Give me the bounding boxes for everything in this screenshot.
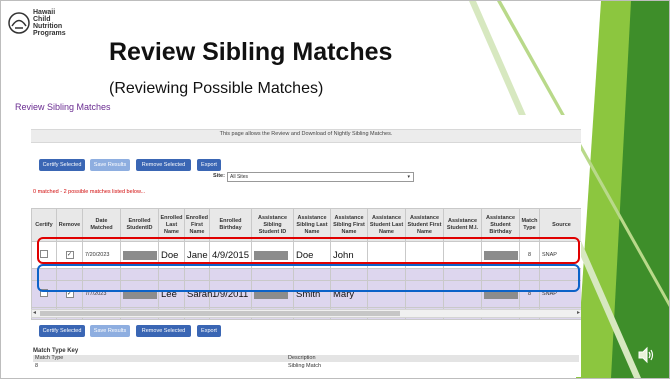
hawaii-logo-icon [8,12,30,34]
remove-selected-button[interactable]: Remove Selected [136,159,191,171]
match-message: 0 matched - 2 possible matches listed be… [33,189,146,195]
scroll-thumb[interactable] [40,311,400,316]
save-results-button[interactable]: Save Results [90,159,130,171]
key-row: 8 Sibling Match [33,363,579,370]
logo-line: Nutrition [33,23,63,30]
hawaii-cnp-logo: Hawaii Child Nutrition Programs [7,9,77,45]
key-column-header: Description [288,355,316,361]
info-text: This page allows the Review and Download… [219,131,393,137]
export-button-bottom[interactable]: Export [197,325,221,337]
dropdown-arrow-icon: ▾ [407,174,410,180]
blue-highlight-box [37,264,580,292]
logo-line: Hawaii [33,9,56,16]
site-label: Site: [213,173,225,179]
match-type-key-title: Match Type Key [33,348,79,354]
remove-selected-button-bottom[interactable]: Remove Selected [136,325,191,337]
speaker-icon[interactable] [637,346,655,364]
slide-subtitle: (Reviewing Possible Matches) [109,80,324,97]
scroll-left-icon[interactable]: ◂ [33,309,36,316]
red-highlight-box [37,237,580,264]
certify-selected-button[interactable]: Certify Selected [39,159,85,171]
key-match-type: 8 [35,363,39,369]
save-results-button-bottom[interactable]: Save Results [90,325,130,337]
key-column-header: Match Type [35,355,64,361]
site-select-value: All Sites [230,174,249,180]
panel-title: Review Sibling Matches [15,102,111,112]
slide-frame: Hawaii Child Nutrition Programs Review S… [0,0,670,379]
site-select[interactable]: All Sites ▾ [227,172,414,182]
logo-line: Programs [33,30,66,37]
slide-title: Review Sibling Matches [109,38,393,66]
key-header-row: Match Type Description [33,355,579,362]
logo-line: Child [33,16,51,23]
info-bar: This page allows the Review and Download… [31,129,581,143]
certify-selected-button-bottom[interactable]: Certify Selected [39,325,85,337]
horizontal-scrollbar[interactable]: ◂ ▸ [31,309,581,318]
scroll-right-icon[interactable]: ▸ [577,309,580,316]
key-description: Sibling Match [288,363,322,369]
export-button[interactable]: Export [197,159,221,171]
